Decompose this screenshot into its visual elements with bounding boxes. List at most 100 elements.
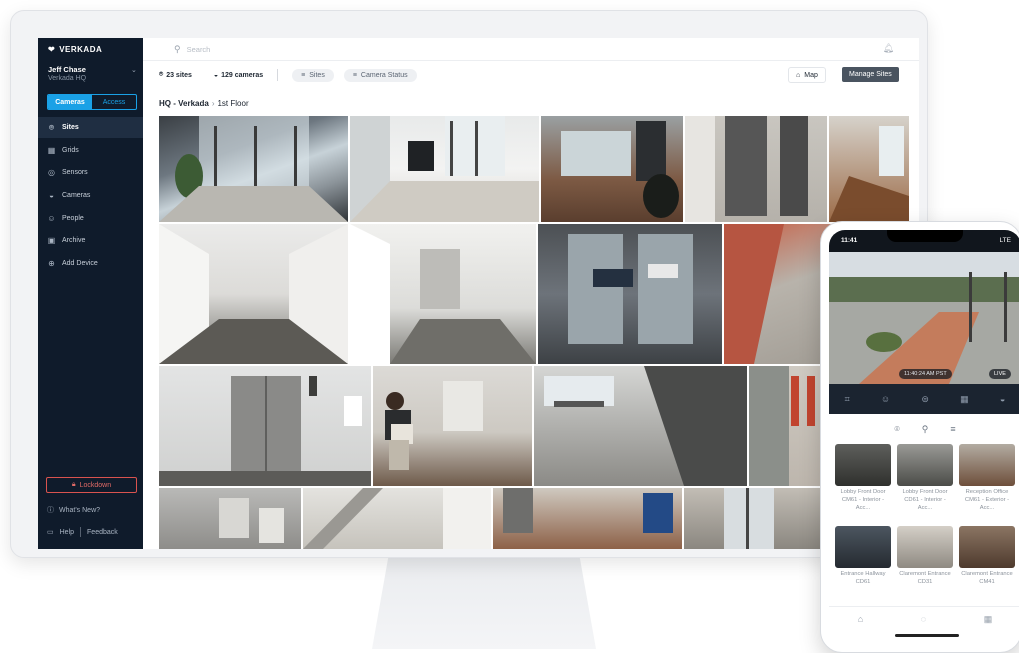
sites-filter[interactable]: ≡ Sites [292, 68, 334, 82]
app-window: ❤ VERKADA Jeff Chase Verkada HQ ⌄ Camera… [38, 38, 919, 549]
add-device-icon: ⊕ [48, 259, 55, 269]
map-button[interactable]: ⌂ Map [788, 67, 826, 83]
mobile-signal: LTE [999, 237, 1011, 244]
camera-feed-workspace[interactable] [534, 366, 747, 486]
pin-icon: ⌾ [159, 71, 164, 78]
face-search-icon[interactable]: ⌗ [845, 394, 850, 405]
camera-feed-office[interactable] [541, 116, 683, 222]
people-icon: ☺ [47, 213, 56, 223]
person-icon[interactable]: ☺ [881, 394, 890, 404]
camera-feed-hallway-2[interactable] [350, 224, 536, 364]
mobile-camera-tile[interactable]: Entrance Hallway CD61 [835, 526, 891, 587]
sidebar-nav: ⌾ Sites ▦ Grids ◎ Sensors ◒ Cameras ☺ Pe… [38, 117, 143, 276]
help-link[interactable]: Help [60, 529, 74, 536]
camera-status-filter-label: Camera Status [360, 71, 408, 79]
mobile-camera-tile[interactable]: Claremont Entrance CM41 [959, 526, 1015, 587]
camera-thumbnail [959, 444, 1015, 486]
sidebar-item-people[interactable]: ☺ People [38, 208, 143, 229]
user-name: Jeff Chase [48, 65, 86, 74]
camera-tile-label: Claremont Entrance CM41 [961, 571, 1013, 585]
verkada-logo-icon: ❤ [48, 45, 56, 54]
toggle-cameras[interactable]: Cameras [48, 95, 92, 109]
camera-feed-elevator[interactable] [159, 366, 371, 486]
camera-feed-lobby-hall[interactable] [350, 116, 539, 222]
mobile-status-bar: 11:41 LTE [829, 230, 1019, 252]
camera-icon[interactable]: ◒ [1000, 394, 1005, 404]
toggle-access[interactable]: Access [92, 95, 136, 109]
vehicle-icon[interactable]: ⊜ [921, 394, 929, 405]
location-icon[interactable]: ⌾ [894, 424, 899, 442]
live-badge[interactable]: LIVE [989, 369, 1011, 379]
sidebar-item-grids[interactable]: ▦ Grids [38, 140, 143, 161]
breadcrumb-floor: 1st Floor [217, 99, 249, 108]
camera-scene [561, 121, 679, 218]
mobile-phone: 11:41 LTE 11:40:24 AM PST LIVE ⌗ ☺ ⊜ ▦ ◒ [820, 221, 1019, 653]
camera-feed-mailroom[interactable] [493, 488, 682, 549]
sidebar-item-sensors[interactable]: ◎ Sensors [38, 162, 143, 183]
product-toggle: Cameras Access [47, 94, 137, 110]
feedback-link[interactable]: Feedback [87, 529, 118, 536]
camera-scene [685, 116, 808, 222]
sidebar-item-add-device[interactable]: ⊕ Add Device [38, 253, 143, 274]
camera-tile-label: Entrance Hallway CD61 [840, 571, 886, 585]
chevron-down-icon[interactable]: ⌄ [131, 66, 137, 74]
mobile-camera-tile[interactable]: Lobby Front Door CD61 - Interior - Acc..… [897, 444, 953, 512]
camera-status-filter[interactable]: ≡ Camera Status [343, 68, 417, 82]
sites-filter-label: Sites [309, 71, 325, 79]
sidebar-item-label: Grids [62, 146, 79, 154]
camera-scene [350, 224, 536, 364]
filter-icon[interactable]: ≡ [950, 424, 955, 442]
sidebar-footer: ▭ Help Feedback [47, 527, 118, 537]
search-icon[interactable]: ⚲ [922, 424, 929, 442]
camera-tile-label: Lobby Front Door CD61 - Interior - Acc..… [902, 489, 948, 511]
lockdown-label: Lockdown [79, 481, 112, 489]
alert-icon[interactable]: ◌ [921, 614, 926, 624]
camera-feed-front-entrance[interactable] [538, 224, 722, 364]
mobile-camera-tile[interactable]: Claremont Entrance CD31 [897, 526, 953, 587]
info-icon: ⓘ [47, 507, 54, 514]
search-bar[interactable]: ⚲ Search [143, 38, 919, 61]
sidebar-item-label: Sites [62, 124, 79, 131]
bell-icon[interactable]: 🔔︎ [883, 43, 894, 54]
camera-count-label: 129 cameras [221, 71, 264, 79]
mobile-video-controls: ⌗ ☺ ⊜ ▦ ◒ [829, 384, 1019, 414]
search-icon: ⚲ [174, 43, 181, 54]
mobile-camera-tile[interactable]: Reception Office CM61 - Exterior - Acc..… [959, 444, 1015, 512]
camera-feed-corridor-doors[interactable] [685, 116, 827, 222]
camera-tile-label: Lobby Front Door CM61 - Interior - Acc..… [840, 489, 886, 511]
camera-feed-person-box[interactable] [373, 366, 532, 486]
sidebar-item-cameras[interactable]: ◒ Cameras [38, 185, 143, 206]
mobile-tab-bar: ⌂ ◌ ▦ [829, 606, 1019, 644]
camera-scene [159, 224, 348, 364]
camera-feed-storage[interactable] [159, 488, 301, 549]
archive-icon: ▣ [47, 236, 56, 246]
sidebar-item-label: Archive [62, 237, 86, 245]
camera-feed-hallway-1[interactable] [159, 224, 348, 364]
camera-icon: ◒ [49, 191, 54, 201]
breadcrumb-site[interactable]: HQ - Verkada [159, 99, 209, 108]
camera-tile-label: Reception Office CM61 - Exterior - Acc..… [964, 489, 1010, 511]
grid-icon[interactable]: ▦ [984, 614, 993, 625]
sidebar-item-sites[interactable]: ⌾ Sites [38, 117, 143, 138]
camera-scene [544, 366, 747, 486]
grid-icon[interactable]: ▦ [960, 394, 969, 405]
sidebar-item-archive[interactable]: ▣ Archive [38, 230, 143, 251]
camera-icon: ◒ [213, 71, 219, 79]
camera-feed-stair[interactable] [829, 116, 909, 222]
mobile-camera-tile[interactable]: Lobby Front Door CM61 - Interior - Acc..… [835, 444, 891, 512]
whats-new-link[interactable]: ⓘ What's New? [47, 505, 100, 515]
user-org: Verkada HQ [48, 75, 87, 82]
mobile-live-feed[interactable]: 11:40:24 AM PST LIVE [829, 252, 1019, 384]
manage-sites-button[interactable]: Manage Sites [842, 67, 899, 82]
camera-feed-stairwell[interactable] [303, 488, 491, 549]
sidebar-item-label: Cameras [62, 192, 91, 200]
camera-feed-lobby-doors[interactable] [159, 116, 348, 222]
monitor-stand [372, 548, 596, 649]
lockdown-button[interactable]: 🔒︎ Lockdown [46, 477, 137, 493]
search-input[interactable]: Search [187, 45, 211, 54]
account-switcher[interactable]: Jeff Chase Verkada HQ [48, 65, 86, 82]
home-icon[interactable]: ⌂ [858, 614, 863, 624]
camera-feed-back-entrance[interactable] [684, 488, 826, 549]
filter-icon: ≡ [352, 71, 357, 79]
brand-logo: ❤ VERKADA [48, 45, 102, 54]
